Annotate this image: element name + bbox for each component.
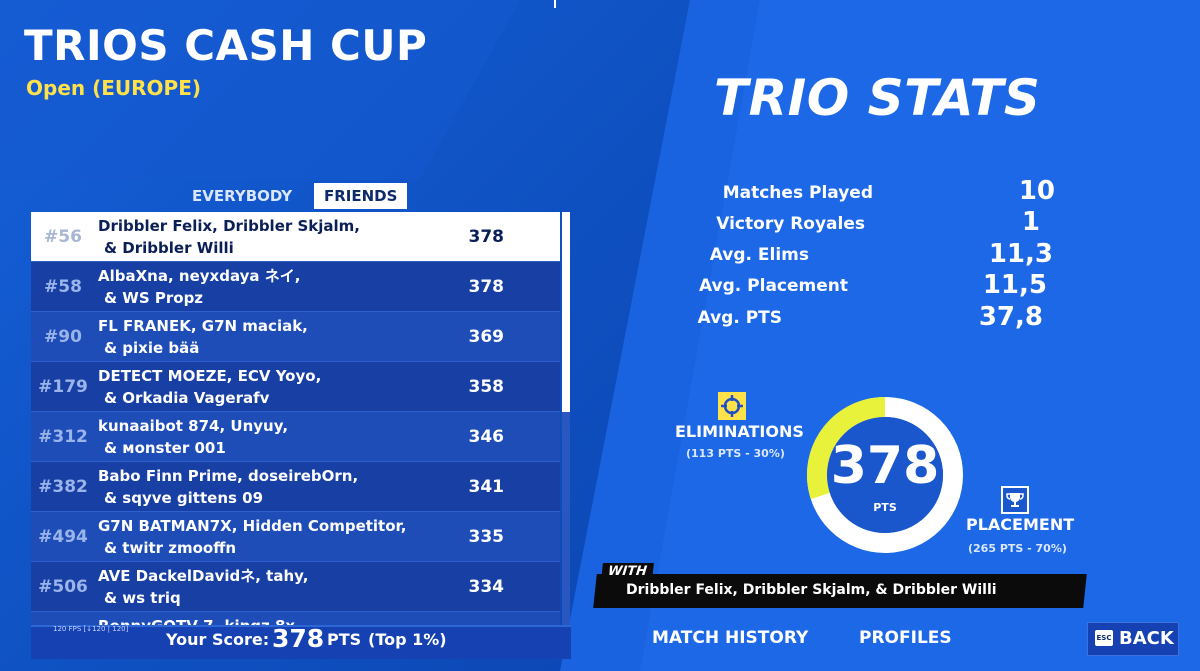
fps-counter: 120 FPS [↓120 | 120]: [53, 625, 129, 633]
leaderboard-row[interactable]: #179 DETECT MOEZE, ECV Yoyo, & Orkadia V…: [31, 362, 560, 412]
leaderboard-row[interactable]: #90 FL FRANEK, G7N maciak, & pixie bää 3…: [31, 312, 560, 362]
leaderboard-row[interactable]: #506 AVE DackelDavidネ, tahy, & ws triq 3…: [31, 562, 560, 612]
row-names-line2: & WS Propz: [104, 289, 204, 307]
your-score-unit: PTS: [327, 630, 362, 649]
row-score: 358: [468, 377, 505, 397]
back-button-label: BACK: [1119, 628, 1174, 649]
row-names-line1: RonnyGOTV 7, kingz 8x,: [98, 617, 301, 625]
trophy-icon: [1001, 486, 1029, 514]
stat-label-avg-elims: Avg. Elims: [709, 245, 809, 265]
row-rank: #312: [38, 427, 88, 447]
row-team-names: Babo Finn Prime, doseirebOrn, & sqyve gi…: [98, 465, 458, 509]
with-label: WITH: [601, 563, 654, 580]
row-names-line1: G7N BATMAN7X, Hidden Competitor,: [98, 517, 407, 535]
row-score: 341: [468, 477, 505, 497]
leaderboard-row[interactable]: #312 kunaaibot 874, Unyuy, & мonster 001…: [31, 412, 560, 462]
tab-everybody[interactable]: EVERYBODY: [182, 183, 302, 209]
eliminations-label: ELIMINATIONS: [675, 422, 804, 441]
row-names-line2: & Orkadia Vagerafv: [104, 389, 270, 407]
row-rank: #90: [44, 327, 82, 347]
row-team-names: AlbaXna, neyxdaya ネイ, & WS Propz: [98, 265, 458, 309]
row-team-names: FL FRANEK, G7N maciak, & pixie bää: [98, 315, 458, 359]
row-score: 369: [468, 327, 505, 347]
row-names-line2: & мonster 001: [104, 439, 226, 457]
stat-value-avg-placement: 11,5: [982, 270, 1047, 300]
stat-value-matches-played: 10: [1018, 176, 1055, 206]
stat-value-avg-pts: 37,8: [978, 302, 1043, 332]
row-team-names: G7N BATMAN7X, Hidden Competitor, & twitr…: [98, 515, 458, 559]
leaderboard-row[interactable]: #56 Dribbler Felix, Dribbler Skjalm, & D…: [31, 212, 560, 262]
row-score: 335: [468, 527, 505, 547]
eliminations-points: (113 PTS - 30%): [686, 447, 785, 460]
placement-connector: [950, 491, 960, 501]
row-score: 378: [468, 227, 505, 247]
row-names-line1: AVE DackelDavidネ, tahy,: [98, 567, 309, 585]
match-history-button[interactable]: MATCH HISTORY: [652, 628, 808, 648]
stat-value-avg-elims: 11,3: [988, 239, 1053, 269]
row-score: 378: [468, 277, 505, 297]
row-names-line1: kunaaibot 874, Unyuy,: [98, 417, 289, 435]
your-score-value: 378: [272, 624, 325, 653]
stat-label-avg-pts: Avg. PTS: [697, 308, 782, 328]
row-team-names: kunaaibot 874, Unyuy, & мonster 001: [98, 415, 458, 459]
leaderboard-row[interactable]: #382 Babo Finn Prime, doseirebOrn, & sqy…: [31, 462, 560, 512]
row-team-names: AVE DackelDavidネ, tahy, & ws triq: [98, 565, 458, 609]
placement-label: PLACEMENT: [966, 515, 1075, 534]
placement-points: (265 PTS - 70%): [968, 542, 1067, 555]
row-names-line2: & Dribbler Willi: [104, 239, 234, 257]
row-names-line1: Dribbler Felix, Dribbler Skjalm,: [98, 217, 361, 235]
row-names-line1: DETECT MOEZE, ECV Yoyo,: [98, 367, 322, 385]
leaderboard-scrollbar-thumb[interactable]: [562, 212, 570, 412]
stat-label-victory-royales: Victory Royales: [716, 214, 865, 234]
row-names-line1: Babo Finn Prime, doseirebOrn,: [98, 467, 359, 485]
row-score: 334: [468, 577, 505, 597]
your-score-label: Your Score:: [166, 630, 270, 649]
row-rank: #58: [44, 277, 82, 297]
row-names-line2: & sqyve gittens 09: [104, 489, 264, 507]
trio-stats-title: TRIO STATS: [714, 69, 1041, 127]
row-names-line2: & ws triq: [104, 589, 181, 607]
page-title: TRIOS CASH CUP: [24, 21, 428, 70]
row-rank: #179: [38, 377, 88, 397]
row-score: 346: [468, 427, 505, 447]
esc-key-icon: ESC: [1095, 630, 1113, 646]
row-rank: #382: [38, 477, 88, 497]
stat-label-avg-placement: Avg. Placement: [698, 276, 848, 296]
tab-friends[interactable]: FRIENDS: [314, 183, 408, 209]
leaderboard-row[interactable]: #58 AlbaXna, neyxdaya ネイ, & WS Propz 378: [31, 262, 560, 312]
your-score-percentile: (Top 1%): [368, 630, 447, 649]
tournament-region: Open (EUROPE): [26, 76, 201, 100]
row-names-line1: FL FRANEK, G7N maciak,: [98, 317, 308, 335]
row-rank: #506: [38, 577, 88, 597]
row-team-names: Dribbler Felix, Dribbler Skjalm, & Dribb…: [98, 215, 458, 259]
stat-value-victory-royales: 1: [1021, 207, 1040, 237]
profiles-button[interactable]: PROFILES: [859, 628, 952, 648]
stat-label-matches-played: Matches Played: [722, 183, 873, 203]
row-names-line1: AlbaXna, neyxdaya ネイ,: [98, 267, 301, 285]
row-rank: [31, 612, 95, 625]
row-rank: #56: [44, 227, 82, 247]
crosshair-icon: [718, 392, 746, 420]
leaderboard-row[interactable]: #494 G7N BATMAN7X, Hidden Competitor, & …: [31, 512, 560, 562]
row-names-line2: & twitr zmooffn: [104, 539, 237, 557]
row-team-names: DETECT MOEZE, ECV Yoyo, & Orkadia Vagera…: [98, 365, 458, 409]
row-rank: #494: [38, 527, 88, 547]
leaderboard-list: #56 Dribbler Felix, Dribbler Skjalm, & D…: [31, 212, 560, 625]
teammates-names: Dribbler Felix, Dribbler Skjalm, & Dribb…: [626, 582, 997, 598]
row-names-line2: & pixie bää: [104, 339, 200, 357]
